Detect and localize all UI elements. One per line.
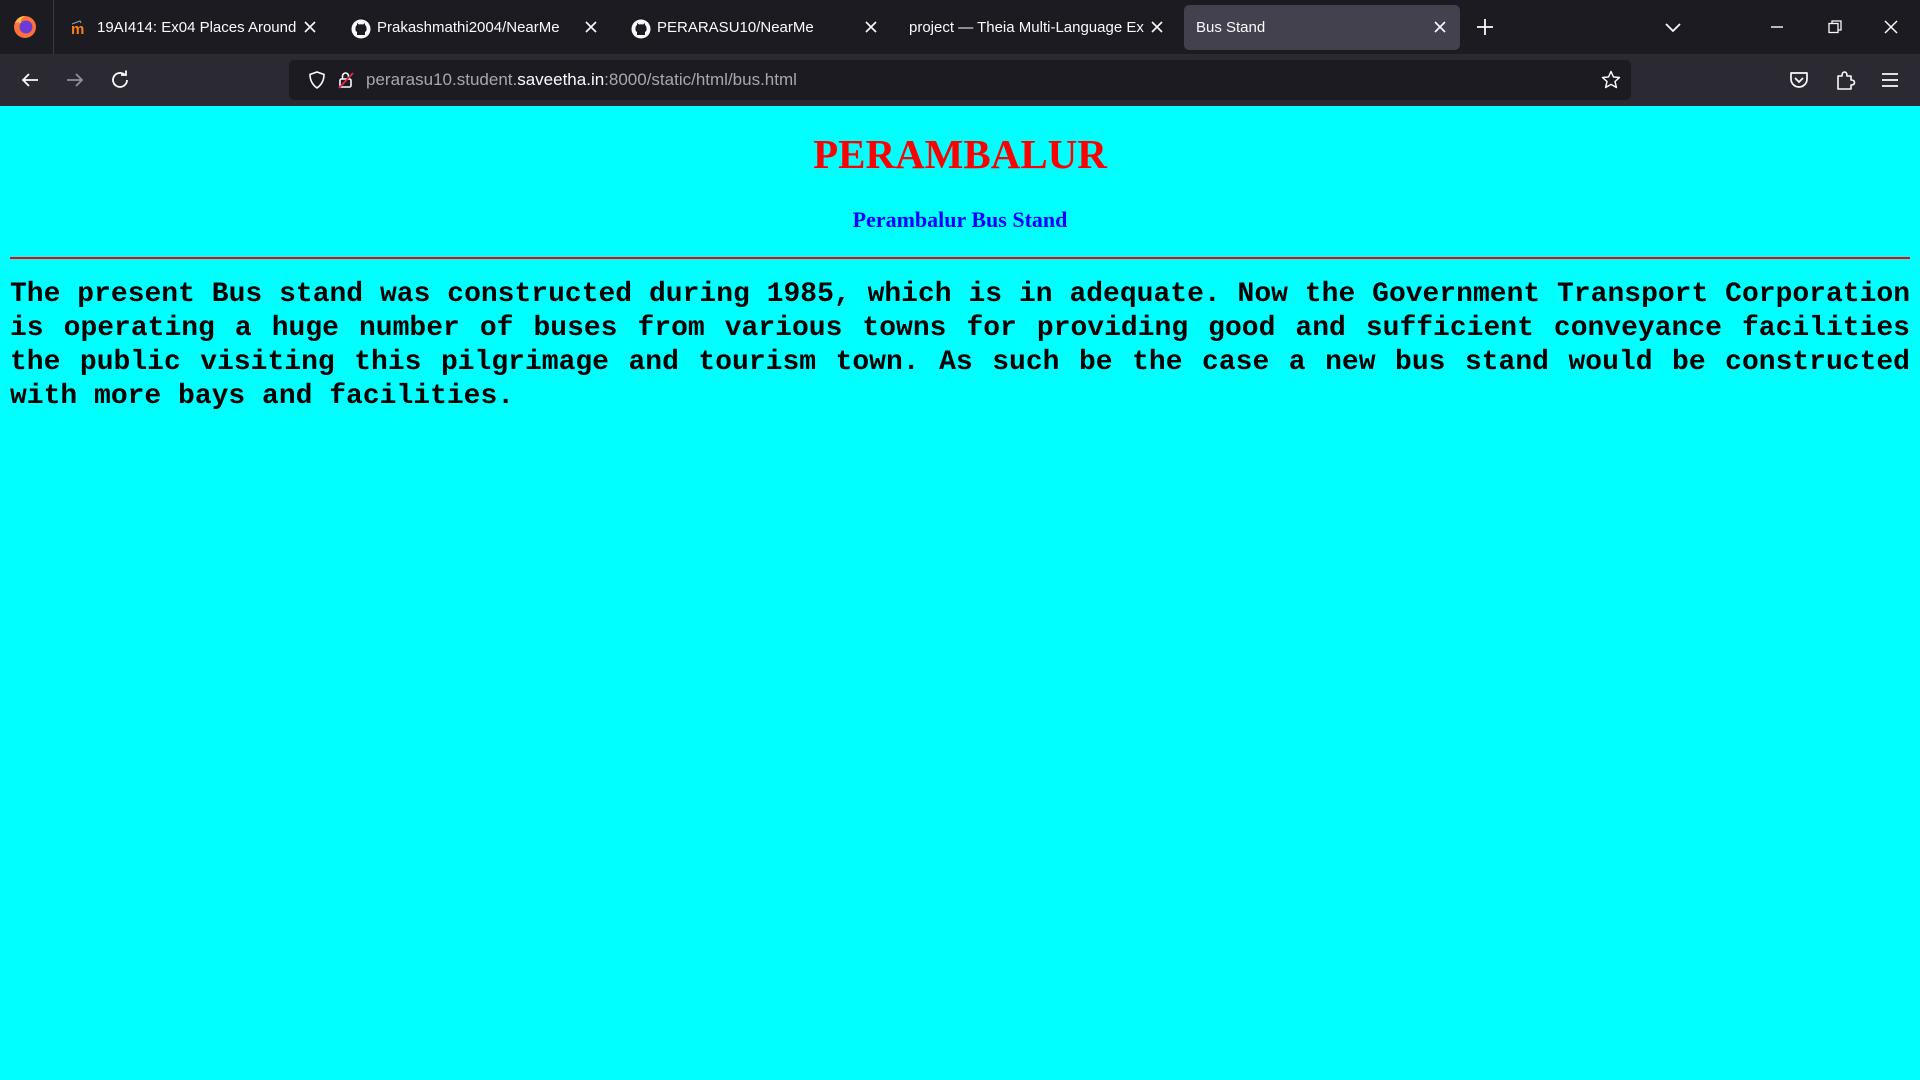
puzzle-icon[interactable] — [1833, 68, 1857, 92]
close-icon[interactable] — [582, 18, 600, 36]
forward-arrow-icon[interactable] — [63, 68, 87, 92]
page-viewport: PERAMBALUR Perambalur Bus Stand The pres… — [0, 106, 1920, 1080]
reload-icon[interactable] — [108, 68, 132, 92]
close-icon[interactable] — [1148, 18, 1166, 36]
url-suffix: :8000/static/html/bus.html — [604, 70, 797, 89]
shield-icon[interactable] — [307, 70, 327, 90]
close-icon[interactable] — [1880, 16, 1902, 38]
tab-title: PERARASU10/NearMe — [657, 19, 814, 36]
url-prefix: perarasu10.student. — [366, 70, 518, 89]
lock-icon[interactable] — [336, 70, 356, 90]
tab-title: Prakashmathi2004/NearMe — [377, 19, 560, 36]
navigation-toolbar: perarasu10.student.saveetha.in:8000/stat… — [0, 54, 1920, 106]
github-icon — [631, 19, 651, 39]
star-icon[interactable] — [1601, 70, 1621, 90]
tab-bus-stand[interactable]: Bus Stand — [1184, 5, 1460, 50]
tab-theia-project[interactable]: project — Theia Multi-Language Explorer — [897, 5, 1167, 50]
close-icon[interactable] — [301, 18, 319, 36]
page-subtitle: Perambalur Bus Stand — [852, 207, 1068, 232]
back-arrow-icon[interactable] — [18, 68, 42, 92]
tab-title: project — Theia Multi-Language Explorer — [909, 19, 1144, 36]
tab-github-perarasu[interactable]: PERARASU10/NearMe — [617, 5, 885, 50]
horizontal-rule — [10, 257, 1910, 259]
tab-moodle[interactable]: m 19AI414: Ex04 Places Around Me — [57, 5, 325, 50]
pocket-icon[interactable] — [1787, 68, 1811, 92]
close-icon[interactable] — [1431, 18, 1449, 36]
minimize-icon[interactable] — [1766, 16, 1788, 38]
page-title: PERAMBALUR — [813, 131, 1107, 177]
plus-icon[interactable] — [1474, 16, 1496, 38]
tab-title: Bus Stand — [1196, 19, 1266, 36]
tab-title: 19AI414: Ex04 Places Around Me — [97, 19, 297, 36]
moodle-favicon: m — [71, 19, 89, 38]
chevron-down-icon[interactable] — [1662, 16, 1684, 38]
tab-strip: m 19AI414: Ex04 Places Around Me Prakash… — [0, 0, 1920, 54]
address-bar[interactable]: perarasu10.student.saveetha.in:8000/stat… — [289, 60, 1631, 100]
hamburger-menu-icon[interactable] — [1878, 68, 1902, 92]
description-paragraph: The present Bus stand was constructed du… — [10, 279, 1910, 412]
github-icon — [351, 19, 371, 39]
close-icon[interactable] — [862, 18, 880, 36]
tab-github-prakashmathi[interactable]: Prakashmathi2004/NearMe — [337, 5, 605, 50]
restore-icon[interactable] — [1824, 16, 1846, 38]
url-text[interactable]: perarasu10.student.saveetha.in:8000/stat… — [366, 70, 797, 90]
tab-separator — [53, 0, 54, 54]
firefox-icon[interactable] — [12, 14, 38, 40]
url-host: saveetha.in — [517, 70, 605, 89]
